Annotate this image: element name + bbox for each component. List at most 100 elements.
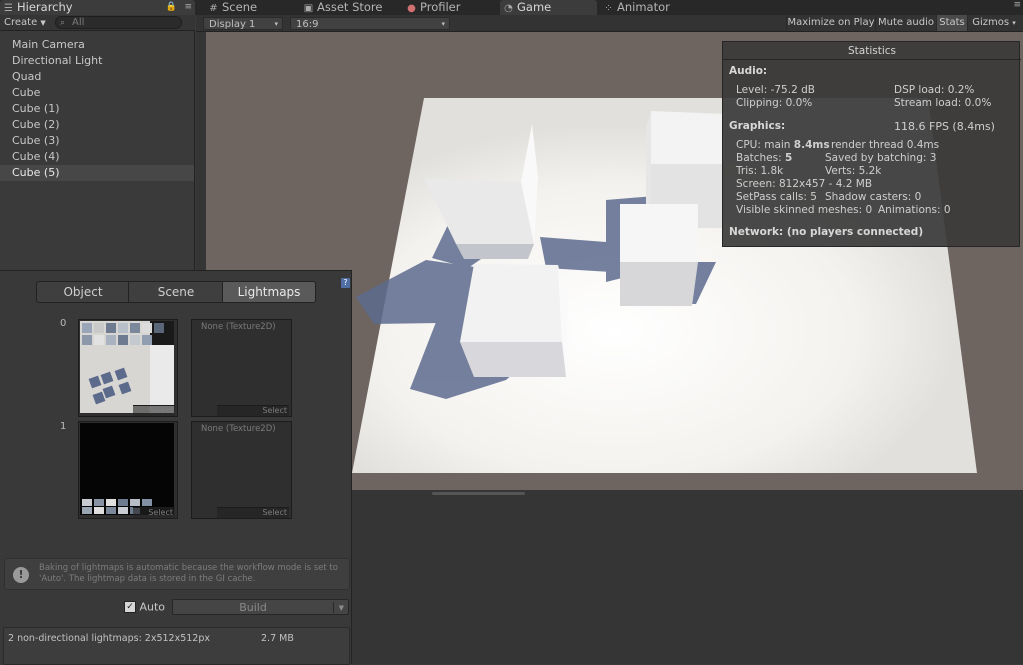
graphics-header: Graphics:: [729, 120, 786, 132]
dropdown-arrow-icon: ▾: [274, 20, 278, 28]
cpu-prefix: CPU: main: [736, 139, 794, 151]
saved-by-batching: Saved by batching: 3: [825, 152, 937, 164]
stats-toggle[interactable]: Stats: [936, 15, 967, 31]
help-icon[interactable]: ?: [341, 278, 350, 288]
tab-menu-icon[interactable]: ≡: [184, 0, 192, 15]
hierarchy-item[interactable]: Cube: [0, 85, 194, 101]
tab-scene[interactable]: # Scene: [205, 0, 300, 15]
select-button[interactable]: Select: [133, 405, 175, 416]
top-tab-bar: ☰ Hierarchy 🔒 ≡ # Scene ▣ Asset Store ● Prof…: [0, 0, 1023, 15]
statistics-title-divider: [723, 59, 1021, 60]
hierarchy-item[interactable]: Main Camera: [0, 37, 194, 53]
hierarchy-item[interactable]: Quad: [0, 69, 194, 85]
create-dropdown[interactable]: Create ▼: [4, 17, 46, 29]
mute-label: Mute audio: [878, 17, 934, 28]
dsp-load: DSP load: 0.2%: [894, 84, 975, 96]
audio-header: Audio:: [729, 65, 768, 77]
tab-asset-store-label: Asset Store: [317, 0, 383, 14]
select-button[interactable]: Select: [133, 507, 175, 518]
dropdown-arrow-icon: ▾: [441, 20, 445, 28]
tab-asset-store[interactable]: ▣ Asset Store: [300, 0, 395, 15]
batches-stats: Batches: 5: [736, 152, 792, 164]
create-label: Create: [4, 17, 38, 28]
profiler-icon: ●: [407, 3, 416, 14]
search-placeholder: All: [72, 17, 85, 28]
tab-game-label: Game: [517, 0, 552, 14]
render-thread: render thread 0.4ms: [831, 139, 940, 151]
aspect-label: 16:9: [296, 19, 319, 30]
game-toolbar: Display 1 ▾ 16:9 ▾ Maximize on Play Mute…: [196, 15, 1023, 32]
aspect-dropdown[interactable]: 16:9 ▾: [290, 17, 450, 30]
lock-icon[interactable]: 🔒: [166, 0, 177, 15]
setpass-calls: SetPass calls: 5: [736, 191, 817, 203]
statistics-overlay: Statistics Audio: Level: -75.2 dB DSP lo…: [722, 41, 1021, 247]
tab-scene-settings[interactable]: Scene: [128, 281, 224, 303]
cpu-stats: CPU: main 8.4ms: [736, 139, 830, 151]
network-status: Network: (no players connected): [729, 226, 924, 238]
tab-profiler-label: Profiler: [420, 0, 461, 14]
display-dropdown[interactable]: Display 1 ▾: [203, 17, 283, 30]
dropdown-arrow-icon: ▼: [40, 19, 46, 27]
tab-lightmaps-label: Lightmaps: [237, 285, 301, 299]
audio-clipping: Clipping: 0.0%: [736, 97, 813, 109]
auto-toggle[interactable]: ✓ Auto: [124, 600, 166, 614]
tab-animator[interactable]: ⁘ Animator: [600, 0, 703, 15]
dropdown-arrow-icon[interactable]: ▼: [339, 600, 344, 616]
build-label: Build: [239, 601, 267, 614]
tab-scene-label: Scene: [222, 0, 258, 14]
batches-prefix: Batches:: [736, 152, 785, 164]
hierarchy-list: Main Camera Directional Light Quad Cube …: [0, 37, 194, 181]
build-button[interactable]: Build ▼: [172, 599, 349, 615]
tab-hierarchy-label: Hierarchy: [17, 0, 73, 14]
auto-label: Auto: [139, 600, 166, 614]
tab-hierarchy[interactable]: ☰ Hierarchy 🔒 ≡: [0, 0, 195, 15]
lightmap-0-color-slot[interactable]: Select: [78, 319, 178, 417]
gizmos-label: Gizmos: [972, 17, 1010, 28]
build-dropdown-divider: [333, 602, 334, 613]
select-button[interactable]: Select: [217, 507, 289, 518]
maximize-on-play-toggle[interactable]: Maximize on Play: [786, 15, 875, 31]
info-text: Baking of lightmaps is automatic because…: [39, 563, 338, 584]
tab-lightmaps[interactable]: Lightmaps: [222, 281, 316, 303]
hierarchy-item[interactable]: Cube (1): [0, 101, 194, 117]
hierarchy-item[interactable]: Cube (2): [0, 117, 194, 133]
tab-game[interactable]: ◔ Game: [500, 0, 597, 15]
hierarchy-item[interactable]: Cube (3): [0, 133, 194, 149]
info-help-box: ! Baking of lightmaps is automatic becau…: [4, 558, 350, 590]
tab-object-label: Object: [63, 285, 103, 299]
hierarchy-icon: ☰: [4, 3, 13, 14]
gizmos-dropdown[interactable]: Gizmos ▾: [967, 15, 1020, 31]
hierarchy-item-selected[interactable]: Cube (5): [0, 165, 194, 181]
lightmap-0-dir-slot[interactable]: None (Texture2D) Select: [191, 319, 292, 417]
hierarchy-item[interactable]: Cube (4): [0, 149, 194, 165]
shadow-casters: Shadow casters: 0: [825, 191, 922, 203]
lightmap-1-dir-slot[interactable]: None (Texture2D) Select: [191, 421, 292, 519]
game-view-scrollbar[interactable]: [432, 492, 525, 495]
lightmap-0-preview: [80, 321, 174, 413]
animations-stats: Animations: 0: [878, 204, 951, 216]
lightmap-index: 1: [60, 421, 67, 432]
stream-load: Stream load: 0.0%: [894, 97, 992, 109]
mute-audio-toggle[interactable]: Mute audio: [875, 15, 936, 31]
info-icon: !: [13, 567, 29, 583]
tab-profiler[interactable]: ● Profiler: [403, 0, 498, 15]
hierarchy-search-input[interactable]: ⌕ All: [55, 16, 182, 29]
scene-icon: #: [209, 3, 218, 14]
none-texture-label: None (Texture2D): [201, 322, 276, 332]
tris-stats: Tris: 1.8k: [736, 165, 784, 177]
lightmap-summary-box: 2 non-directional lightmaps: 2x512x512px…: [3, 627, 350, 665]
tab-object[interactable]: Object: [36, 281, 130, 303]
tab-animator-label: Animator: [617, 0, 670, 14]
lightmap-1-preview: [80, 423, 174, 515]
select-button[interactable]: Select: [217, 405, 289, 416]
tab-scene-label: Scene: [157, 285, 195, 299]
lightmap-size: 2.7 MB: [261, 633, 294, 644]
cpu-main-value: 8.4ms: [793, 139, 830, 151]
hierarchy-item[interactable]: Directional Light: [0, 53, 194, 69]
fps-readout: 118.6 FPS (8.4ms): [894, 120, 995, 133]
maximize-label: Maximize on Play: [787, 17, 875, 28]
lighting-tabs: Object Scene Lightmaps: [36, 281, 316, 303]
game-tab-menu-icon[interactable]: ≡: [1013, 0, 1021, 10]
lightmap-1-color-slot[interactable]: Select: [78, 421, 178, 519]
verts-stats: Verts: 5.2k: [825, 165, 882, 177]
